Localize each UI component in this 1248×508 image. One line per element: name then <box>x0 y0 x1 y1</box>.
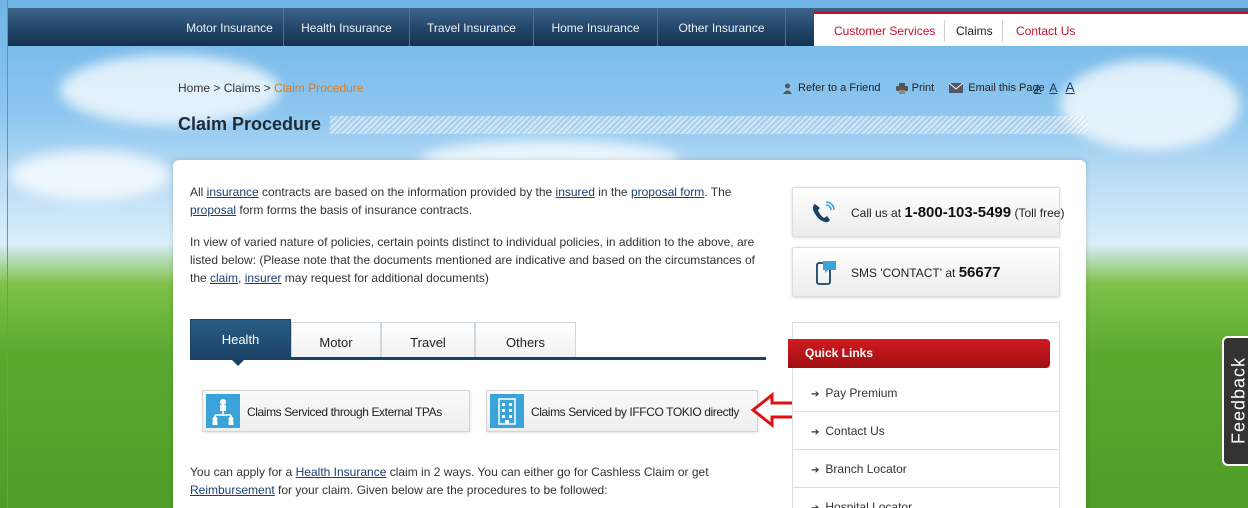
tab-underline <box>190 357 766 360</box>
nav-health-insurance[interactable]: Health Insurance <box>284 8 410 46</box>
text: , <box>238 271 245 285</box>
claims-direct-option[interactable]: Claims Serviced by IFFCO TOKIO directly <box>486 390 758 432</box>
text: Call us at <box>851 206 905 220</box>
feedback-label: Feedback <box>1228 356 1248 445</box>
font-size-large[interactable]: A <box>1065 79 1074 95</box>
call-us-text: Call us at 1-800-103-5499 (Toll free) <box>851 188 1064 238</box>
text: in the <box>594 185 631 199</box>
claims-tpa-option[interactable]: Claims Serviced through External TPAs <box>202 390 470 432</box>
divider <box>944 20 945 42</box>
quick-link-branch-locator[interactable]: ➔ Branch Locator <box>793 450 1059 488</box>
quick-link-label: Branch Locator <box>825 462 907 476</box>
font-size-controls: AAA <box>1034 79 1083 95</box>
text: form forms the basis of insurance contra… <box>236 203 473 217</box>
font-size-medium[interactable]: A <box>1049 81 1057 95</box>
arrow-right-icon: ➔ <box>811 389 820 400</box>
people-network-icon <box>206 394 240 428</box>
feedback-tab[interactable]: Feedback <box>1222 336 1248 466</box>
proposal-link[interactable]: proposal <box>190 203 236 217</box>
claim-ways-paragraph: You can apply for a Health Insurance cla… <box>190 463 750 499</box>
title-decoration <box>330 116 1088 134</box>
intro-paragraph-1: All insurance contracts are based on the… <box>190 183 758 219</box>
customer-services-link[interactable]: Customer Services <box>834 14 935 46</box>
tab-others[interactable]: Others <box>475 322 576 359</box>
sms-number: 56677 <box>958 264 1001 281</box>
sms-text: SMS 'CONTACT' at 56677 <box>851 248 1000 298</box>
nav-motor-insurance[interactable]: Motor Insurance <box>176 8 284 46</box>
tab-motor[interactable]: Motor <box>291 322 381 359</box>
cloud <box>1060 60 1240 150</box>
insured-link[interactable]: insured <box>556 185 595 199</box>
breadcrumb: Home > Claims > Claim Procedure <box>178 81 363 95</box>
breadcrumb-separator: > <box>260 81 275 95</box>
text: You can apply for a <box>190 465 296 479</box>
text: (Toll free) <box>1011 206 1065 220</box>
claims-direct-label: Claims Serviced by IFFCO TOKIO directly <box>531 405 740 419</box>
quick-link-hospital-locator[interactable]: ➔ Hospital Locator <box>793 488 1059 508</box>
intro-paragraph-2: In view of varied nature of policies, ce… <box>190 233 758 287</box>
breadcrumb-home[interactable]: Home <box>178 81 210 95</box>
text: may request for additional documents) <box>281 271 489 285</box>
breadcrumb-separator: > <box>210 81 224 95</box>
health-insurance-link[interactable]: Health Insurance <box>296 465 387 479</box>
left-border <box>7 0 8 508</box>
arrow-right-icon: ➔ <box>811 503 819 508</box>
quick-link-contact-us[interactable]: ➔ Contact Us <box>793 412 1059 450</box>
call-us-box: Call us at 1-800-103-5499 (Toll free) <box>792 187 1064 237</box>
quick-link-pay-premium[interactable]: ➔ Pay Premium <box>793 374 1059 412</box>
active-tab-pointer <box>231 359 245 366</box>
page-title: Claim Procedure <box>178 114 322 134</box>
print-link[interactable]: Print <box>912 82 935 94</box>
person-icon <box>782 83 793 94</box>
text: claim in 2 ways. You can either go for C… <box>386 465 709 479</box>
tab-health[interactable]: Health <box>190 319 291 359</box>
arrow-right-icon: ➔ <box>811 465 820 476</box>
claim-link[interactable]: claim <box>210 271 238 285</box>
customer-services-bar: Customer Services Claims Contact Us <box>814 11 1248 46</box>
text: contracts are based on the information p… <box>258 185 556 199</box>
quick-link-label: Contact Us <box>825 424 885 438</box>
page-tools: Refer to a Friend Print Email this Page … <box>782 82 1055 94</box>
insurance-link[interactable]: insurance <box>207 185 259 199</box>
phone-icon <box>812 201 835 223</box>
quick-link-label: Pay Premium <box>825 386 898 400</box>
divider <box>1002 20 1003 42</box>
sms-box: SMS 'CONTACT' at 56677 <box>792 247 1060 297</box>
contact-us-link[interactable]: Contact Us <box>1016 14 1075 46</box>
quick-link-label: Hospital Locator <box>825 500 913 508</box>
email-icon <box>948 82 964 94</box>
reimbursement-link[interactable]: Reimbursement <box>190 483 275 497</box>
refer-friend-link[interactable]: Refer to a Friend <box>798 82 881 94</box>
cloud <box>10 150 170 200</box>
nav-travel-insurance[interactable]: Travel Insurance <box>410 8 534 46</box>
breadcrumb-current: Claim Procedure <box>274 81 364 95</box>
text: for your claim. Given below are the proc… <box>274 483 608 497</box>
text: All <box>190 185 207 199</box>
claims-tpa-label: Claims Serviced through External TPAs <box>247 405 442 419</box>
print-icon <box>895 82 908 94</box>
arrow-right-icon: ➔ <box>811 427 820 438</box>
quick-links-title: Quick Links <box>788 339 1050 368</box>
nav-home-insurance[interactable]: Home Insurance <box>534 8 658 46</box>
toll-free-number: 1-800-103-5499 <box>904 204 1012 221</box>
breadcrumb-claims[interactable]: Claims <box>224 81 261 95</box>
claims-link[interactable]: Claims <box>956 14 993 46</box>
text: SMS 'CONTACT' at <box>851 266 959 280</box>
proposal-form-link[interactable]: proposal form <box>631 185 704 199</box>
text: . The <box>704 185 732 199</box>
nav-other-insurance[interactable]: Other Insurance <box>658 8 786 46</box>
font-size-small[interactable]: A <box>1034 83 1041 95</box>
insurer-link[interactable]: insurer <box>245 271 282 285</box>
tab-travel[interactable]: Travel <box>381 322 475 359</box>
mobile-sms-icon <box>816 261 836 285</box>
building-icon <box>490 394 524 428</box>
